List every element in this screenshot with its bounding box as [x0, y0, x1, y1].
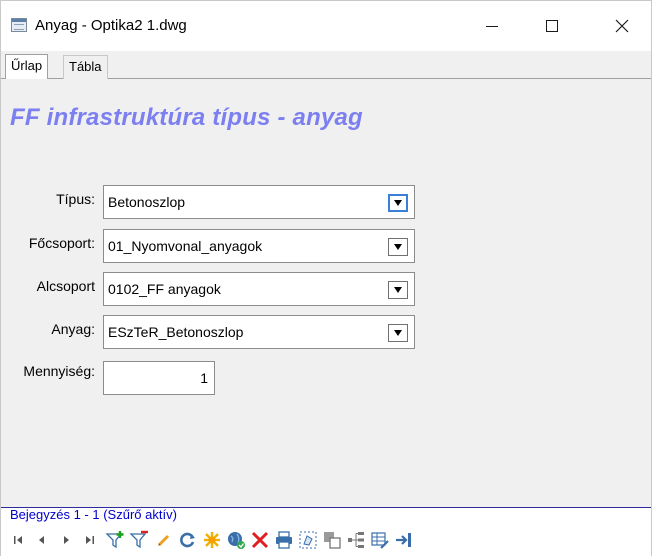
remove-filter-button[interactable] [129, 529, 151, 551]
tab-strip: Űrlap Tábla [1, 51, 651, 80]
minimize-icon [486, 25, 498, 27]
form-window: Anyag - Optika2 1.dwg Űrlap Tábla FF inf… [0, 0, 652, 556]
chevron-down-icon [394, 330, 402, 336]
highlight-button[interactable] [201, 529, 223, 551]
delete-x-icon [251, 531, 269, 549]
form-panel: FF infrastruktúra típus - anyag Típus: B… [1, 79, 651, 507]
anyag-dropdown-button[interactable] [388, 324, 408, 342]
maximize-button[interactable] [529, 1, 575, 51]
copy-button[interactable] [321, 529, 343, 551]
table-edit-button[interactable] [369, 529, 391, 551]
refresh-button[interactable] [177, 529, 199, 551]
anyag-label: Anyag: [51, 321, 95, 337]
navigation-toolbar [1, 523, 651, 556]
tipus-value: Betonoszlop [108, 194, 186, 210]
globe-icon [228, 532, 245, 549]
select-button[interactable] [297, 529, 319, 551]
last-record-button[interactable] [79, 529, 101, 551]
record-status: Bejegyzés 1 - 1 (Szűrő aktív) [1, 507, 651, 523]
mennyiseg-value: 1 [200, 370, 208, 386]
properties-button[interactable] [345, 529, 367, 551]
table-edit-icon [371, 532, 389, 549]
remove-filter-icon [129, 530, 148, 549]
close-button[interactable] [599, 1, 645, 51]
previous-record-icon [39, 536, 44, 544]
focsoport-combobox[interactable]: 01_Nyomvonal_anyagok [103, 229, 415, 263]
maximize-icon [546, 20, 558, 32]
tipus-dropdown-button[interactable] [388, 194, 408, 212]
first-record-button[interactable] [7, 529, 29, 551]
alcsoport-dropdown-button[interactable] [388, 281, 408, 299]
focsoport-dropdown-button[interactable] [388, 238, 408, 256]
chevron-down-icon [394, 287, 402, 293]
tipus-label: Típus: [56, 191, 95, 207]
tab-tabla[interactable]: Tábla [63, 55, 108, 79]
next-record-button[interactable] [55, 529, 77, 551]
form-heading: FF infrastruktúra típus - anyag [10, 104, 363, 131]
refresh-icon [180, 532, 195, 548]
window-title: Anyag - Optika2 1.dwg [35, 17, 187, 34]
close-icon [615, 19, 629, 33]
starburst-icon [204, 532, 220, 548]
mennyiseg-label: Mennyiség: [23, 363, 95, 379]
zoom-to-button[interactable] [225, 529, 247, 551]
previous-record-button[interactable] [31, 529, 53, 551]
edit-button[interactable] [153, 529, 175, 551]
first-record-icon [14, 536, 22, 544]
alcsoport-combobox[interactable]: 0102_FF anyagok [103, 272, 415, 306]
focsoport-label: Főcsoport: [28, 235, 95, 251]
table-app-icon [11, 18, 27, 32]
alcsoport-value: 0102_FF anyagok [108, 281, 221, 297]
anyag-combobox[interactable]: ESzTeR_Betonoszlop [103, 315, 415, 349]
pencil-icon [157, 534, 170, 547]
copy-icon [324, 532, 341, 549]
add-filter-button[interactable] [105, 529, 127, 551]
add-filter-icon [105, 531, 124, 549]
chevron-down-icon [394, 200, 402, 206]
next-record-icon [64, 536, 69, 544]
minimize-button[interactable] [469, 1, 515, 51]
tab-urlap[interactable]: Űrlap [5, 54, 49, 80]
alcsoport-label: Alcsoport [36, 278, 95, 294]
exit-button[interactable] [393, 529, 415, 551]
anyag-value: ESzTeR_Betonoszlop [108, 324, 244, 340]
print-button[interactable] [273, 529, 295, 551]
delete-button[interactable] [249, 529, 271, 551]
printer-icon [276, 531, 292, 549]
selection-icon [299, 531, 317, 549]
focsoport-value: 01_Nyomvonal_anyagok [108, 238, 263, 254]
chevron-down-icon [394, 244, 402, 250]
hierarchy-icon [348, 532, 364, 548]
title-bar: Anyag - Optika2 1.dwg [1, 1, 651, 51]
tipus-combobox[interactable]: Betonoszlop [103, 185, 415, 219]
exit-icon [396, 533, 411, 547]
mennyiseg-input[interactable]: 1 [103, 361, 215, 395]
last-record-icon [86, 536, 94, 544]
